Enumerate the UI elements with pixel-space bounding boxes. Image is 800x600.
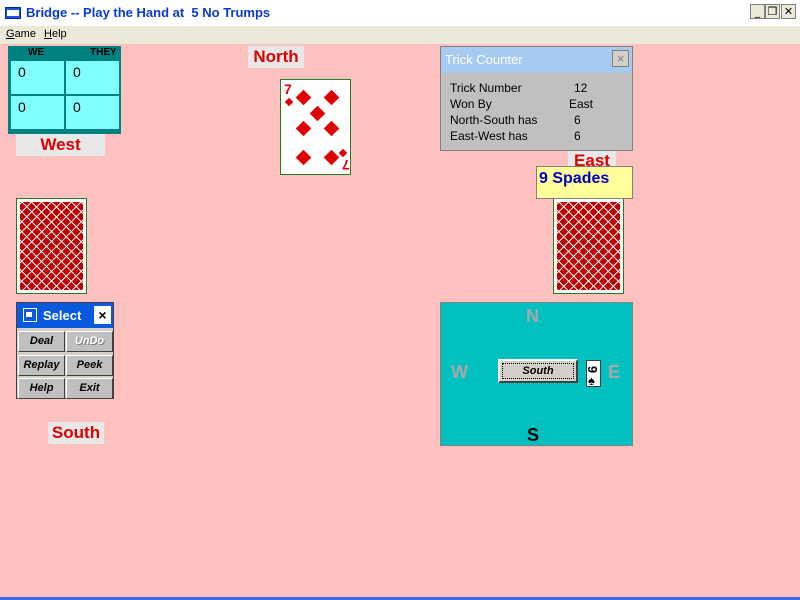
score-cell: 0	[66, 61, 119, 94]
north-label: North	[248, 46, 304, 68]
led-card-mini: 9 ♠	[585, 360, 601, 388]
east-card-back[interactable]	[553, 198, 624, 294]
close-button[interactable]: ✕	[781, 4, 796, 19]
diamond-icon	[323, 120, 340, 137]
score-cell: 0	[11, 61, 64, 94]
won-by-label: Won By	[450, 97, 492, 111]
score-table: WE THEY 0 0 0 0	[8, 46, 121, 134]
diamond-icon	[323, 89, 340, 106]
select-titlebar: Select ×	[17, 303, 113, 328]
restore-button[interactable]: ❐	[765, 4, 780, 19]
title-bar: Bridge -- Play the Hand at 5 No Trumps _…	[0, 0, 800, 26]
menu-bar: Game Help	[0, 26, 800, 44]
compass-west: W	[451, 362, 468, 382]
north-played-card: 7 7	[280, 79, 351, 175]
west-label: West	[16, 134, 105, 156]
select-window: Select × Deal UnDo Replay Peek Help Exit	[16, 302, 114, 399]
compass-panel: N W E S South 9 ♠	[440, 302, 633, 446]
app-icon[interactable]	[5, 7, 21, 19]
compass-south: S	[527, 425, 540, 445]
trick-counter-title: Trick Counter	[445, 52, 523, 67]
contract-display: 9 Spades	[536, 166, 633, 199]
diamond-icon	[323, 149, 340, 166]
exit-button[interactable]: Exit	[66, 378, 113, 399]
close-icon[interactable]: ×	[94, 306, 111, 324]
current-player-label: South	[502, 363, 574, 379]
compass-east: E	[608, 362, 621, 382]
trick-number-label: Trick Number	[450, 81, 522, 95]
score-cell: 0	[66, 96, 119, 129]
undo-button[interactable]: UnDo	[66, 331, 113, 352]
peek-button[interactable]: Peek	[66, 355, 113, 376]
trick-number-value: 12	[574, 81, 588, 95]
north-south-label: North-South has	[450, 113, 538, 127]
score-header: WE THEY	[8, 46, 121, 60]
score-cell: 0	[11, 96, 64, 129]
trick-counter-window: Trick Counter × Trick Number 12 Won By E…	[440, 46, 633, 151]
help-button[interactable]: Help	[18, 378, 65, 399]
diamond-icon	[309, 105, 326, 122]
they-label: THEY	[90, 47, 117, 58]
trick-counter-titlebar: Trick Counter ×	[441, 47, 632, 73]
north-south-value: 6	[574, 113, 581, 127]
we-label: WE	[28, 47, 45, 58]
diamond-icon	[338, 148, 348, 158]
window-icon	[23, 308, 37, 322]
close-icon[interactable]: ×	[612, 50, 629, 67]
menu-game[interactable]: Game	[6, 28, 36, 40]
window-title: Bridge -- Play the Hand at 5 No Trumps	[26, 5, 271, 20]
east-west-label: East-West has	[450, 129, 528, 143]
card-rank-top: 7	[284, 81, 292, 97]
diamond-icon	[295, 89, 312, 106]
west-card-back[interactable]	[16, 198, 87, 294]
compass-north: N	[526, 306, 539, 326]
diamond-icon	[284, 97, 294, 107]
deal-button[interactable]: Deal	[18, 331, 65, 352]
south-label: South	[48, 422, 104, 444]
diamond-icon	[295, 120, 312, 137]
menu-help[interactable]: Help	[44, 28, 67, 40]
spade-icon: ♠	[588, 373, 595, 388]
select-title: Select	[43, 308, 82, 323]
diamond-icon	[295, 149, 312, 166]
card-rank-bottom: 7	[342, 157, 350, 173]
east-west-value: 6	[574, 129, 581, 143]
won-by-value: East	[569, 97, 594, 111]
current-player-button[interactable]: South	[498, 359, 578, 383]
minimize-button[interactable]: _	[750, 4, 765, 19]
replay-button[interactable]: Replay	[18, 355, 65, 376]
